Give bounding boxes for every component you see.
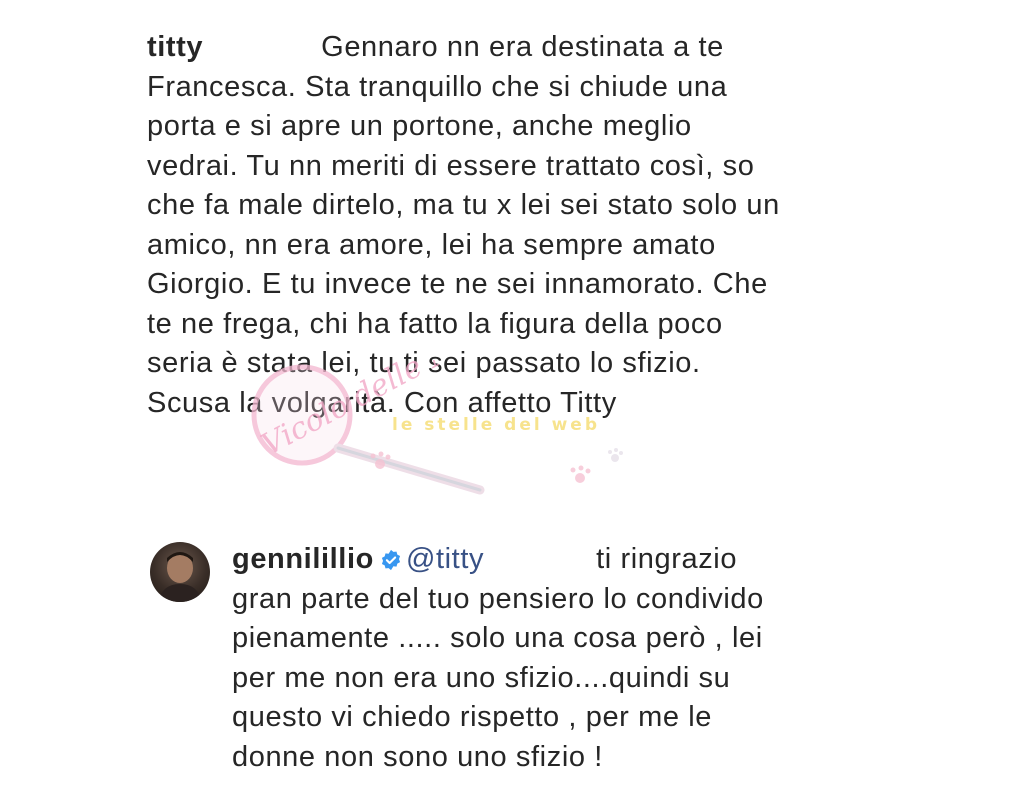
- avatar[interactable]: [150, 542, 210, 602]
- reply-username[interactable]: gennilillio: [232, 543, 374, 575]
- comment-text-line-3: vedrai. Tu nn meriti di essere trattato …: [147, 149, 755, 182]
- comment-text-line-0: Gennaro nn era destinata a te: [321, 31, 724, 63]
- comment-titty: titty Gennaro nn era destinata a te Franc…: [147, 28, 887, 423]
- comment-text-line-7: te ne frega, chi ha fatto la figura dell…: [147, 307, 723, 340]
- avatar-image: [158, 552, 202, 602]
- reply-first-line: gennilillio @titty ti ringrazio: [232, 540, 872, 580]
- comment-text-line-6: Giorgio. E tu invece te ne sei innamorat…: [147, 268, 768, 300]
- reply-text-line-0: ti ringrazio: [596, 543, 738, 575]
- reply-mention[interactable]: @titty: [406, 543, 484, 575]
- comment-text-line-9: Scusa la volgarità. Con affetto Titty: [147, 386, 617, 419]
- comment-text-line-2: porta e si apre un portone, anche meglio: [147, 110, 692, 142]
- reply-text-line-1: gran parte del tuo pensiero lo condivido: [232, 582, 764, 615]
- reply-text-line-2: pienamente ..... solo una cosa però , le…: [232, 622, 763, 654]
- reply-text-line-3: per me non era uno sfizio....quindi su: [232, 661, 731, 694]
- comment-text-line-8: seria è stata lei, tu ti sei passato lo …: [147, 347, 701, 379]
- comment-first-line: titty Gennaro nn era destinata a te: [147, 28, 887, 68]
- paw-print-icon: [570, 465, 591, 483]
- reply-text-line-5: donne non sono uno sfizio !: [232, 740, 603, 773]
- paw-print-icon: [608, 448, 623, 462]
- comment-text-line-1: Francesca. Sta tranquillo che si chiude …: [147, 70, 728, 103]
- comment-text-line-5: amico, nn era amore, lei ha sempre amato: [147, 228, 716, 261]
- comment-text-line-4: che fa male dirtelo, ma tu x lei sei sta…: [147, 189, 780, 221]
- paw-print-icon: [370, 451, 391, 469]
- reply-text-line-4: questo vi chiedo rispetto , per me le: [232, 701, 712, 733]
- reply-body: gennilillio @titty ti ringrazio gran parte…: [232, 540, 872, 777]
- comment-username[interactable]: titty: [147, 31, 203, 63]
- verified-badge-icon: [381, 549, 401, 571]
